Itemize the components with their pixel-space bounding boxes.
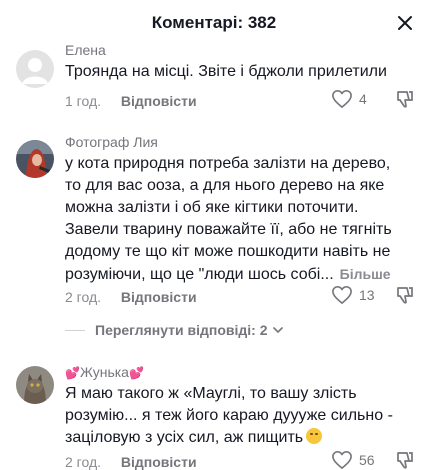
- reply-button[interactable]: Відповісти: [121, 289, 197, 305]
- more-button[interactable]: Більше: [340, 266, 391, 282]
- view-replies-label: Переглянути відповіді: 2: [95, 322, 268, 338]
- like-button[interactable]: 4: [331, 89, 367, 109]
- like-button[interactable]: 13: [331, 285, 375, 305]
- comment-last-line: розуміючи, що це "люди шось собі... Більш…: [65, 263, 410, 286]
- avatar[interactable]: [16, 140, 54, 178]
- avatar[interactable]: [16, 50, 54, 88]
- default-avatar-icon: [22, 58, 48, 84]
- comment-line: Я маю такого ж «Мауглі, то вашу злість: [65, 385, 357, 402]
- comment-author[interactable]: Елена: [65, 42, 106, 58]
- reply-button[interactable]: Відповісти: [121, 454, 197, 470]
- comment-author[interactable]: Фотограф Лия: [65, 134, 158, 150]
- like-count: 4: [359, 91, 367, 107]
- comment-line: розумію... я теж його караю дуууже сильн…: [65, 407, 393, 424]
- heart-icon: [332, 90, 352, 108]
- comment-time: 2 год.: [65, 289, 102, 305]
- comment-text: Троянда на місці. Звіте і бджоли прилети…: [65, 61, 410, 83]
- chevron-down-icon: [272, 326, 283, 333]
- comment-time: 2 год.: [65, 454, 102, 470]
- dislike-icon[interactable]: [395, 89, 415, 109]
- comment-author-name: Жунька: [79, 364, 129, 380]
- view-replies-button[interactable]: Переглянути відповіді: 2: [65, 322, 283, 338]
- hearts-emoji-icon: 💕: [128, 366, 144, 380]
- comment-line: можна залізти і об яке кігтики поточити.: [65, 199, 359, 216]
- like-button[interactable]: 56: [331, 450, 375, 470]
- reply-button[interactable]: Відповісти: [121, 93, 197, 109]
- dislike-icon[interactable]: [395, 285, 415, 305]
- comment-author[interactable]: 💕Жунька💕: [65, 364, 144, 380]
- comment-line: у кота природня потреба залізти на дерев…: [65, 155, 391, 172]
- comment-last-line: заціловую з усіх сил, аж пищить: [65, 427, 410, 449]
- comment-line: то для вас ооза, а для нього дерево на я…: [65, 177, 385, 194]
- comment-meta: 2 год. Відповісти: [65, 289, 197, 305]
- comment-line: заціловую з усіх сил, аж пищить: [65, 429, 304, 446]
- comment-line: Троянда на місці. Звіте і бджоли прилети…: [65, 63, 387, 80]
- close-icon[interactable]: [397, 15, 413, 31]
- like-count: 13: [359, 287, 375, 303]
- heart-icon: [332, 286, 352, 304]
- comments-header: Коментарі: 382: [0, 0, 428, 44]
- comment-text: Я маю такого ж «Мауглі, то вашу злість р…: [65, 383, 410, 449]
- avatar[interactable]: [16, 366, 54, 404]
- dislike-icon[interactable]: [395, 450, 415, 470]
- comments-title: Коментарі: 382: [151, 13, 277, 32]
- cat-photo-icon: [16, 366, 54, 404]
- hearts-emoji-icon: 💕: [65, 366, 80, 380]
- comment-meta: 1 год. Відповісти: [65, 93, 197, 109]
- comment-line: додому те що кіт може пошкодити навіть н…: [65, 243, 391, 260]
- comment-meta: 2 год. Відповісти: [65, 454, 197, 470]
- grinning-emoji-icon: [306, 428, 323, 444]
- like-count: 56: [359, 452, 375, 468]
- comment-text: у кота природня потреба залізти на дерев…: [65, 153, 410, 286]
- divider: [65, 329, 85, 331]
- comment-line: розуміючи, що це "люди шось собі...: [65, 266, 334, 283]
- comment-time: 1 год.: [65, 93, 102, 109]
- comment-line: Завели тварину поважайте її, або не тягн…: [65, 221, 392, 238]
- user-photo-icon: [16, 140, 54, 178]
- heart-icon: [332, 451, 352, 469]
